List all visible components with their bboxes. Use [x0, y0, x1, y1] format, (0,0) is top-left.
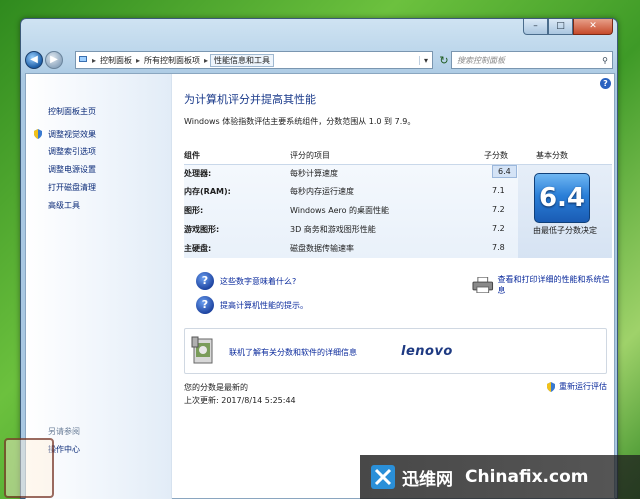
sidebar-home-link[interactable]: 控制面板主页: [48, 106, 96, 117]
header-subscore: 子分数: [484, 151, 508, 160]
back-button[interactable]: ◀: [25, 51, 43, 69]
search-icon[interactable]: ⚲: [602, 56, 612, 65]
breadcrumb-performance[interactable]: 性能信息和工具: [210, 53, 275, 67]
shield-icon: [34, 129, 42, 139]
minimize-button[interactable]: –: [523, 19, 548, 35]
online-info-box: 联机了解有关分数和软件的详细信息 lenovo: [184, 328, 607, 374]
watermark-cn: 迅维网: [402, 469, 453, 490]
printer-icon: [472, 277, 494, 293]
sidebar-item-advanced-tools[interactable]: 高级工具: [48, 200, 80, 211]
table-row: 游戏图形: 3D 商务和游戏图形性能 7.2: [184, 224, 505, 234]
shield-icon: [547, 381, 555, 392]
base-score-panel: 6.4 由最低子分数决定: [518, 164, 612, 258]
breadcrumb-all-items[interactable]: 所有控制面板项: [142, 55, 202, 66]
control-panel-icon: [76, 54, 90, 66]
print-link-row[interactable]: 查看和打印详细的性能和系统信息: [472, 274, 615, 296]
table-row: 处理器: 每秒计算速度 6.4: [184, 164, 520, 182]
watermark-logo-icon: [371, 465, 395, 489]
rerun-assessment-row[interactable]: 重新运行评估: [546, 381, 607, 392]
lenovo-logo: lenovo: [401, 344, 453, 359]
print-details-link[interactable]: 查看和打印详细的性能和系统信息: [498, 274, 615, 296]
base-score-caption: 由最低子分数决定: [533, 226, 597, 235]
table-row: 主硬盘: 磁盘数据传输速率 7.8: [184, 243, 505, 253]
table-row: 内存(RAM): 每秒内存运行速度 7.1: [184, 186, 505, 196]
question-icon: ?: [196, 296, 214, 314]
table-row: 图形: Windows Aero 的桌面性能 7.2: [184, 205, 505, 215]
address-dropdown-icon[interactable]: ▾: [418, 55, 432, 65]
meaning-link-row[interactable]: ? 这些数字意味着什么?: [196, 272, 296, 290]
page-subtitle: Windows 体验指数评估主要系统组件，分数范围从 1.0 到 7.9。: [184, 117, 416, 126]
meaning-link[interactable]: 这些数字意味着什么?: [220, 276, 296, 287]
sidebar-item-disk-cleanup[interactable]: 打开磁盘清理: [48, 182, 96, 193]
sidebar-item-indexing[interactable]: 调整索引选项: [48, 146, 96, 157]
see-also-title: 另请参阅: [48, 427, 80, 436]
sidebar-item-visual-effects[interactable]: 调整视觉效果: [48, 129, 96, 140]
search-placeholder: 搜索控制面板: [457, 55, 505, 65]
online-info-link[interactable]: 联机了解有关分数和软件的详细信息: [229, 347, 357, 358]
content-area: 控制面板主页 调整视觉效果 调整索引选项 调整电源设置 打开磁盘清理 高级工具 …: [25, 73, 615, 499]
watermark-en: Chinafix.com: [465, 467, 589, 487]
header-basescore: 基本分数: [536, 151, 568, 160]
score-table: 组件 评分的项目 子分数 基本分数 处理器: 每秒计算速度 6.4 内存(RAM…: [184, 144, 612, 268]
search-input[interactable]: 搜索控制面板 ⚲: [451, 51, 613, 69]
maximize-button[interactable]: □: [548, 19, 573, 35]
sidebar: 控制面板主页 调整视觉效果 调整索引选项 调整电源设置 打开磁盘清理 高级工具 …: [26, 74, 172, 499]
software-box-icon: [191, 336, 213, 364]
seal-stamp: [4, 438, 54, 498]
navigation-bar: ◀ ▶ ▸ 控制面板 ▸ 所有控制面板项 ▸ 性能信息和工具 ▾ ↻ 搜索控制面…: [25, 49, 615, 71]
status-last-updated: 上次更新: 2017/8/14 5:25:44: [184, 396, 296, 405]
watermark-banner: 迅维网 Chinafix.com: [360, 455, 640, 499]
forward-button[interactable]: ▶: [45, 51, 63, 69]
tips-link-row[interactable]: ? 提高计算机性能的提示。: [196, 296, 308, 314]
control-panel-window: – □ ✕ ◀ ▶ ▸ 控制面板 ▸ 所有控制面板项 ▸ 性能信息和工具 ▾ ↻…: [20, 18, 618, 499]
tips-link[interactable]: 提高计算机性能的提示。: [220, 300, 308, 311]
refresh-button[interactable]: ↻: [437, 54, 451, 67]
rerun-assessment-link[interactable]: 重新运行评估: [559, 381, 607, 392]
close-button[interactable]: ✕: [573, 19, 613, 35]
question-icon: ?: [196, 272, 214, 290]
help-icon[interactable]: ?: [600, 78, 611, 89]
status-current: 您的分数是最新的: [184, 383, 248, 392]
main-panel: ? 为计算机评分并提高其性能 Windows 体验指数评估主要系统组件，分数范围…: [172, 74, 615, 499]
caption-buttons: – □ ✕: [523, 19, 613, 35]
breadcrumb-control-panel[interactable]: 控制面板: [98, 55, 134, 66]
address-bar[interactable]: ▸ 控制面板 ▸ 所有控制面板项 ▸ 性能信息和工具 ▾: [75, 51, 433, 69]
header-rated-item: 评分的项目: [290, 151, 330, 160]
page-title: 为计算机评分并提高其性能: [184, 93, 316, 106]
header-component: 组件: [184, 151, 200, 160]
sidebar-item-power[interactable]: 调整电源设置: [48, 164, 96, 175]
base-score-tile: 6.4: [534, 173, 590, 223]
